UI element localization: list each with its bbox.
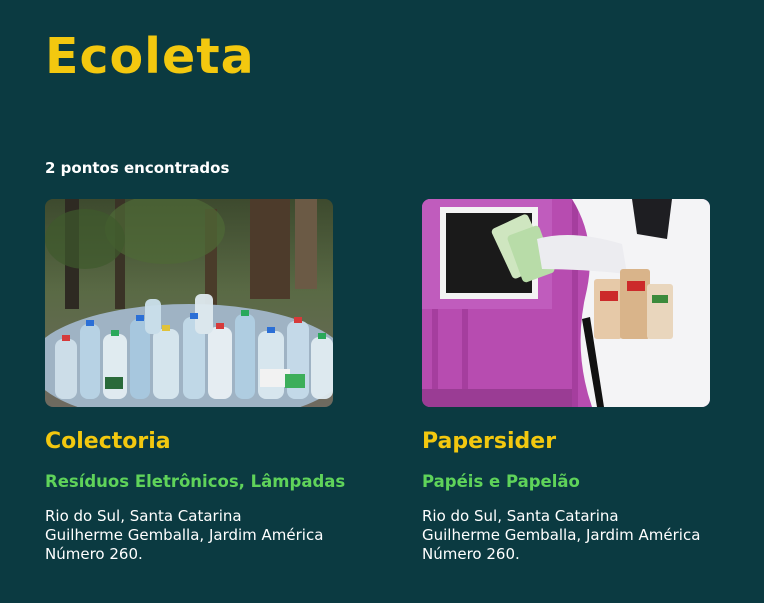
point-name: Colectoria — [45, 429, 171, 454]
point-categories: Papéis e Papelão — [422, 472, 580, 491]
address-line: Número 260. — [422, 545, 520, 563]
paper-recycling-photo — [422, 199, 710, 407]
app-logo: Ecoleta — [45, 28, 255, 85]
address-line: Guilherme Gemballa, Jardim América — [422, 526, 701, 544]
results-count: 2 pontos encontrados — [45, 159, 230, 177]
point-card[interactable]: Papersider Papéis e Papelão Rio do Sul, … — [422, 199, 710, 564]
address-line: Rio do Sul, Santa Catarina — [45, 507, 242, 525]
point-card[interactable]: Colectoria Resíduos Eletrônicos, Lâmpada… — [45, 199, 346, 564]
address-line: Guilherme Gemballa, Jardim América — [45, 526, 324, 544]
point-name: Papersider — [422, 429, 557, 454]
address-line: Número 260. — [45, 545, 143, 563]
address-line: Rio do Sul, Santa Catarina — [422, 507, 619, 525]
point-address: Rio do Sul, Santa Catarina Guilherme Gem… — [45, 507, 333, 564]
plastic-bottles-photo — [45, 199, 333, 407]
point-categories: Resíduos Eletrônicos, Lâmpadas — [45, 472, 346, 491]
point-address: Rio do Sul, Santa Catarina Guilherme Gem… — [422, 507, 710, 564]
